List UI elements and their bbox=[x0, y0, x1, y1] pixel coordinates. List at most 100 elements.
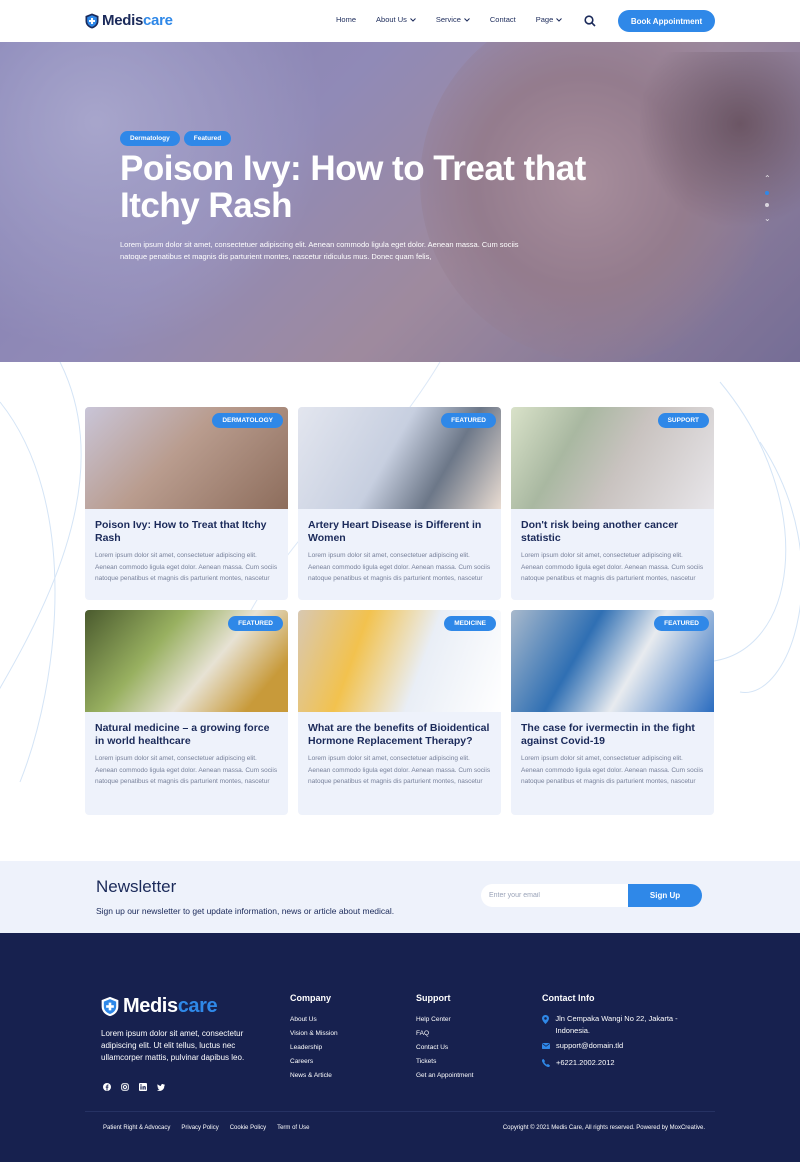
footer-contact-title: Contact Info bbox=[542, 993, 595, 1003]
article-card[interactable]: FEATURED Artery Heart Disease is Differe… bbox=[298, 407, 501, 600]
article-image: FEATURED bbox=[298, 407, 501, 509]
slider-dot-active[interactable] bbox=[765, 191, 770, 195]
twitter-icon[interactable] bbox=[157, 1083, 165, 1091]
footer-link-about-us[interactable]: About Us bbox=[290, 1013, 338, 1027]
footer-link-patient-right[interactable]: Patient Right & Advocacy bbox=[103, 1125, 170, 1131]
article-image: MEDICINE bbox=[298, 610, 501, 712]
footer-link-news-article[interactable]: News & Article bbox=[290, 1069, 338, 1083]
sign-up-button[interactable]: Sign Up bbox=[628, 884, 702, 907]
footer-link-leadership[interactable]: Leadership bbox=[290, 1041, 338, 1055]
book-appointment-button[interactable]: Book Appointment bbox=[618, 10, 715, 32]
site-footer: Mediscare Lorem ipsum dolor sit amet, co… bbox=[0, 933, 800, 1162]
newsletter-section: Newsletter Sign up our newsletter to get… bbox=[0, 861, 800, 933]
hero-banner: Dermatology Featured Poison Ivy: How to … bbox=[0, 42, 800, 362]
nav-service[interactable]: Service bbox=[436, 15, 470, 24]
footer-link-contact-us[interactable]: Contact Us bbox=[416, 1041, 473, 1055]
article-image: DERMATOLOGY bbox=[85, 407, 288, 509]
newsletter-title: Newsletter bbox=[96, 877, 177, 896]
hero-tags: Dermatology Featured bbox=[120, 131, 232, 146]
nav-about-us[interactable]: About Us bbox=[376, 15, 416, 24]
nav-home[interactable]: Home bbox=[336, 15, 356, 24]
footer-contact-column: Contact Info Jln Cempaka Wangi No 22, Ja… bbox=[541, 993, 702, 1075]
article-excerpt: Lorem ipsum dolor sit amet, consectetuer… bbox=[308, 755, 491, 785]
shield-plus-icon bbox=[101, 996, 119, 1017]
contact-email[interactable]: support@domain.tld bbox=[542, 1040, 702, 1054]
logo[interactable]: Mediscare bbox=[85, 12, 173, 29]
contact-address: Jln Cempaka Wangi No 22, Jakarta - Indon… bbox=[542, 1013, 702, 1037]
footer-link-help-center[interactable]: Help Center bbox=[416, 1013, 473, 1027]
shield-plus-icon bbox=[85, 13, 99, 28]
article-card[interactable]: FEATURED The case for ivermectin in the … bbox=[511, 610, 714, 815]
article-card[interactable]: DERMATOLOGY Poison Ivy: How to Treat tha… bbox=[85, 407, 288, 600]
contact-email-text[interactable]: support@domain.tld bbox=[556, 1040, 623, 1052]
footer-company-column: Company About Us Vision & Mission Leader… bbox=[290, 993, 338, 1083]
map-pin-icon bbox=[542, 1015, 549, 1029]
search-button[interactable] bbox=[584, 14, 596, 32]
article-title[interactable]: What are the benefits of Bioidentical Ho… bbox=[298, 712, 501, 747]
footer-support-column: Support Help Center FAQ Contact Us Ticke… bbox=[416, 993, 473, 1083]
article-card[interactable]: SUPPORT Don't risk being another cancer … bbox=[511, 407, 714, 600]
hero-text: Lorem ipsum dolor sit amet, consectetuer… bbox=[120, 240, 519, 261]
hero-tag-featured[interactable]: Featured bbox=[183, 131, 232, 146]
footer-bottom-links: Patient Right & Advocacy Privacy Policy … bbox=[103, 1125, 309, 1131]
slider-down-arrow-icon[interactable]: ⌄ bbox=[764, 215, 771, 223]
hero-title[interactable]: Poison Ivy: How to Treat that Itchy Rash bbox=[120, 150, 640, 224]
instagram-icon[interactable] bbox=[121, 1083, 129, 1091]
site-header: Mediscare Home About Us Service Contact … bbox=[0, 0, 800, 42]
chevron-down-icon bbox=[410, 17, 416, 22]
facebook-icon[interactable] bbox=[103, 1083, 111, 1091]
footer-link-privacy-policy[interactable]: Privacy Policy bbox=[181, 1125, 218, 1131]
footer-link-faq[interactable]: FAQ bbox=[416, 1027, 473, 1041]
article-excerpt: Lorem ipsum dolor sit amet, consectetuer… bbox=[308, 552, 491, 582]
social-links bbox=[103, 1083, 165, 1091]
article-badge[interactable]: MEDICINE bbox=[444, 616, 496, 631]
article-title[interactable]: Don't risk being another cancer statisti… bbox=[511, 509, 714, 544]
phone-icon bbox=[541, 1059, 550, 1072]
article-excerpt: Lorem ipsum dolor sit amet, consectetuer… bbox=[521, 552, 704, 582]
footer-company-title: Company bbox=[290, 993, 332, 1003]
article-title[interactable]: The case for ivermectin in the fight aga… bbox=[511, 712, 714, 747]
chevron-down-icon bbox=[464, 17, 470, 22]
article-image: FEATURED bbox=[511, 610, 714, 712]
hero-tag-dermatology[interactable]: Dermatology bbox=[120, 131, 180, 146]
linkedin-icon[interactable] bbox=[139, 1083, 147, 1091]
nav-page[interactable]: Page bbox=[536, 15, 563, 24]
article-title[interactable]: Artery Heart Disease is Different in Wom… bbox=[298, 509, 501, 544]
slider-up-arrow-icon[interactable]: ⌃ bbox=[764, 175, 771, 183]
footer-link-tickets[interactable]: Tickets bbox=[416, 1055, 473, 1069]
newsletter-email-input[interactable] bbox=[481, 884, 631, 907]
article-card[interactable]: FEATURED Natural medicine – a growing fo… bbox=[85, 610, 288, 815]
footer-link-cookie-policy[interactable]: Cookie Policy bbox=[230, 1125, 266, 1131]
contact-phone[interactable]: +6221.2002.2012 bbox=[541, 1057, 702, 1072]
article-badge[interactable]: FEATURED bbox=[654, 616, 709, 631]
footer-link-careers[interactable]: Careers bbox=[290, 1055, 338, 1069]
article-title[interactable]: Natural medicine – a growing force in wo… bbox=[85, 712, 288, 747]
slider-dot[interactable] bbox=[765, 203, 770, 207]
article-badge[interactable]: FEATURED bbox=[441, 413, 496, 428]
envelope-icon bbox=[542, 1042, 550, 1054]
footer-link-vision-mission[interactable]: Vision & Mission bbox=[290, 1027, 338, 1041]
footer-logo[interactable]: Mediscare bbox=[101, 995, 218, 1018]
article-badge[interactable]: DERMATOLOGY bbox=[212, 413, 283, 428]
article-excerpt: Lorem ipsum dolor sit amet, consectetuer… bbox=[95, 755, 278, 785]
footer-about-text: Lorem ipsum dolor sit amet, consectetur … bbox=[101, 1029, 245, 1062]
article-badge[interactable]: SUPPORT bbox=[657, 413, 709, 428]
contact-phone-text[interactable]: +6221.2002.2012 bbox=[556, 1057, 615, 1069]
article-excerpt: Lorem ipsum dolor sit amet, consectetuer… bbox=[521, 755, 704, 785]
copyright-text: Copyright © 2021 Medis Care, All rights … bbox=[502, 1125, 705, 1131]
footer-link-get-appointment[interactable]: Get an Appointment bbox=[416, 1069, 473, 1083]
slider-controls: ⌃ ⌄ bbox=[764, 175, 771, 223]
footer-link-term-of-use[interactable]: Term of Use bbox=[277, 1125, 309, 1131]
main-nav: Home About Us Service Contact Page bbox=[336, 15, 582, 24]
article-card[interactable]: MEDICINE What are the benefits of Bioide… bbox=[298, 610, 501, 815]
newsletter-subtitle: Sign up our newsletter to get update inf… bbox=[96, 906, 395, 916]
search-icon bbox=[584, 15, 596, 27]
nav-contact[interactable]: Contact bbox=[490, 15, 516, 24]
footer-divider bbox=[85, 1111, 715, 1112]
footer-support-title: Support bbox=[416, 993, 451, 1003]
article-title[interactable]: Poison Ivy: How to Treat that Itchy Rash bbox=[85, 509, 288, 544]
contact-address-text: Jln Cempaka Wangi No 22, Jakarta - Indon… bbox=[555, 1014, 678, 1035]
article-image: SUPPORT bbox=[511, 407, 714, 509]
article-badge[interactable]: FEATURED bbox=[228, 616, 283, 631]
footer-brand-name: Mediscare bbox=[123, 995, 218, 1017]
